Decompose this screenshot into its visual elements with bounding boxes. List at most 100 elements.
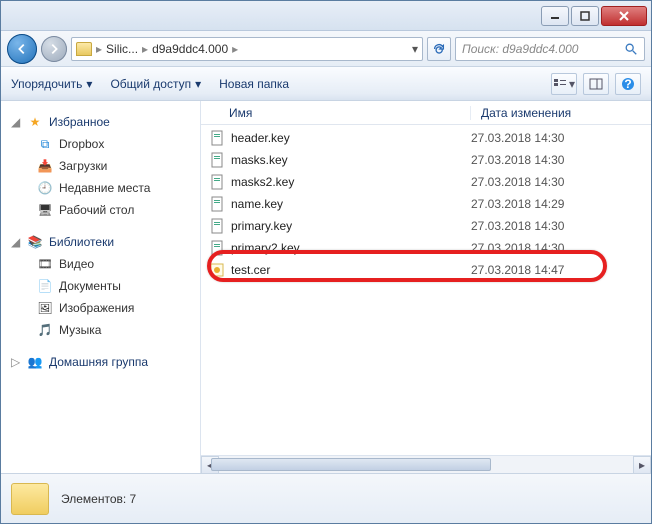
breadcrumb-sep: ▸ bbox=[96, 42, 102, 56]
file-name: test.cer bbox=[231, 263, 471, 277]
share-label: Общий доступ bbox=[110, 77, 191, 91]
new-folder-button[interactable]: Новая папка bbox=[219, 77, 289, 91]
file-row[interactable]: masks2.key27.03.2018 14:30 bbox=[201, 171, 651, 193]
sidebar-item-label: Dropbox bbox=[59, 137, 104, 151]
breadcrumb-sep: ▸ bbox=[232, 42, 238, 56]
sidebar-libraries-label: Библиотеки bbox=[49, 235, 114, 249]
file-date: 27.03.2018 14:30 bbox=[471, 153, 643, 167]
search-input[interactable]: Поиск: d9a9ddc4.000 bbox=[455, 37, 645, 61]
chevron-down-icon: ▾ bbox=[86, 77, 92, 91]
file-icon bbox=[209, 218, 231, 234]
documents-icon: 📄 bbox=[37, 278, 53, 294]
collapse-icon: ◢ bbox=[11, 115, 21, 129]
sidebar-item-label: Музыка bbox=[59, 323, 101, 337]
toolbar: Упорядочить ▾ Общий доступ ▾ Новая папка… bbox=[1, 67, 651, 101]
file-name: name.key bbox=[231, 197, 471, 211]
sidebar-item-label: Загрузки bbox=[59, 159, 107, 173]
refresh-button[interactable] bbox=[427, 37, 451, 61]
sidebar-libraries-header[interactable]: ◢ 📚 Библиотеки bbox=[1, 231, 200, 253]
scroll-right-arrow[interactable]: ▸ bbox=[633, 456, 651, 473]
file-date: 27.03.2018 14:30 bbox=[471, 175, 643, 189]
sidebar-item-recent[interactable]: 🕘Недавние места bbox=[1, 177, 200, 199]
sidebar-item-label: Документы bbox=[59, 279, 121, 293]
sidebar-item-downloads[interactable]: 📥 Загрузки bbox=[1, 155, 200, 177]
organize-label: Упорядочить bbox=[11, 77, 82, 91]
sidebar-favorites-header[interactable]: ◢★Избранное bbox=[1, 111, 200, 133]
breadcrumb-seg-1[interactable]: Silic... bbox=[106, 42, 138, 56]
file-date: 27.03.2018 14:29 bbox=[471, 197, 643, 211]
folder-icon bbox=[11, 483, 49, 515]
folder-icon bbox=[76, 42, 92, 56]
help-button[interactable]: ? bbox=[615, 73, 641, 95]
breadcrumb-sep: ▸ bbox=[142, 42, 148, 56]
file-name: masks.key bbox=[231, 153, 471, 167]
downloads-icon: 📥 bbox=[37, 158, 53, 174]
file-icon bbox=[209, 196, 231, 212]
star-icon: ★ bbox=[27, 114, 43, 130]
music-icon: 🎵 bbox=[37, 322, 53, 338]
close-button[interactable] bbox=[601, 6, 647, 26]
scroll-thumb[interactable] bbox=[211, 458, 491, 471]
titlebar bbox=[1, 1, 651, 31]
sidebar-item-documents[interactable]: 📄 Документы bbox=[1, 275, 200, 297]
file-name: masks2.key bbox=[231, 175, 471, 189]
file-row[interactable]: test.cer27.03.2018 14:47 bbox=[201, 259, 651, 281]
sidebar-homegroup-header[interactable]: ▷👥Домашняя группа bbox=[1, 351, 200, 373]
sidebar-item-video[interactable]: 🎞Видео bbox=[1, 253, 200, 275]
status-text: Элементов: 7 bbox=[61, 492, 136, 506]
homegroup-icon: 👥 bbox=[27, 354, 43, 370]
file-icon bbox=[209, 262, 231, 278]
preview-pane-button[interactable] bbox=[583, 73, 609, 95]
file-icon bbox=[209, 130, 231, 146]
status-bar: Элементов: 7 bbox=[1, 473, 651, 523]
sidebar-item-label: Изображения bbox=[59, 301, 134, 315]
search-icon bbox=[624, 42, 638, 56]
sidebar-item-desktop[interactable]: 🖥Рабочий стол bbox=[1, 199, 200, 221]
file-list: header.key27.03.2018 14:30masks.key27.03… bbox=[201, 125, 651, 455]
file-icon bbox=[209, 240, 231, 256]
view-button[interactable]: ▾ bbox=[551, 73, 577, 95]
file-row[interactable]: masks.key27.03.2018 14:30 bbox=[201, 149, 651, 171]
forward-button[interactable] bbox=[41, 36, 67, 62]
search-placeholder: Поиск: d9a9ddc4.000 bbox=[462, 42, 578, 56]
organize-menu[interactable]: Упорядочить ▾ bbox=[11, 77, 92, 91]
sidebar-item-pictures[interactable]: 🖼 Изображения bbox=[1, 297, 200, 319]
new-folder-label: Новая папка bbox=[219, 77, 289, 91]
svg-text:?: ? bbox=[624, 77, 631, 91]
recent-icon: 🕘 bbox=[37, 180, 53, 196]
collapse-icon: ◢ bbox=[11, 235, 21, 249]
body: ◢★Избранное ⧉Dropbox 📥Загрузки 🕘Недавние… bbox=[1, 101, 651, 473]
address-bar[interactable]: ▸ Silic... ▸ d9a9ddc4.000 ▸ ▾ bbox=[71, 37, 423, 61]
file-date: 27.03.2018 14:30 bbox=[471, 131, 643, 145]
file-date: 27.03.2018 14:30 bbox=[471, 241, 643, 255]
chevron-down-icon: ▾ bbox=[195, 77, 201, 91]
file-name: primary2.key bbox=[231, 241, 471, 255]
maximize-button[interactable] bbox=[571, 6, 599, 26]
chevron-down-icon[interactable]: ▾ bbox=[412, 42, 418, 56]
pictures-icon: 🖼 bbox=[37, 300, 53, 316]
file-row[interactable]: name.key27.03.2018 14:29 bbox=[201, 193, 651, 215]
share-menu[interactable]: Общий доступ ▾ bbox=[110, 77, 201, 91]
navbar: ▸ Silic... ▸ d9a9ddc4.000 ▸ ▾ Поиск: d9a… bbox=[1, 31, 651, 67]
sidebar-item-label: Рабочий стол bbox=[59, 203, 134, 217]
column-modified[interactable]: Дата изменения bbox=[471, 106, 651, 120]
file-row[interactable]: primary.key27.03.2018 14:30 bbox=[201, 215, 651, 237]
file-row[interactable]: header.key27.03.2018 14:30 bbox=[201, 127, 651, 149]
libraries-icon: 📚 bbox=[27, 234, 43, 250]
sidebar-item-music[interactable]: 🎵 Музыка bbox=[1, 319, 200, 341]
sidebar-item-dropbox[interactable]: ⧉ Dropbox bbox=[1, 133, 200, 155]
file-row[interactable]: primary2.key27.03.2018 14:30 bbox=[201, 237, 651, 259]
file-icon bbox=[209, 174, 231, 190]
column-headers: Имя Дата изменения bbox=[201, 101, 651, 125]
sidebar-homegroup-label: Домашняя группа bbox=[49, 355, 148, 369]
dropbox-icon: ⧉ bbox=[37, 136, 53, 152]
file-date: 27.03.2018 14:30 bbox=[471, 219, 643, 233]
file-name: header.key bbox=[231, 131, 471, 145]
back-button[interactable] bbox=[7, 34, 37, 64]
minimize-button[interactable] bbox=[541, 6, 569, 26]
file-date: 27.03.2018 14:47 bbox=[471, 263, 643, 277]
column-name[interactable]: Имя bbox=[201, 106, 471, 120]
chevron-down-icon: ▾ bbox=[569, 77, 575, 91]
breadcrumb-seg-2[interactable]: d9a9ddc4.000 bbox=[152, 42, 228, 56]
horizontal-scrollbar[interactable]: ◂ ▸ bbox=[201, 455, 651, 473]
